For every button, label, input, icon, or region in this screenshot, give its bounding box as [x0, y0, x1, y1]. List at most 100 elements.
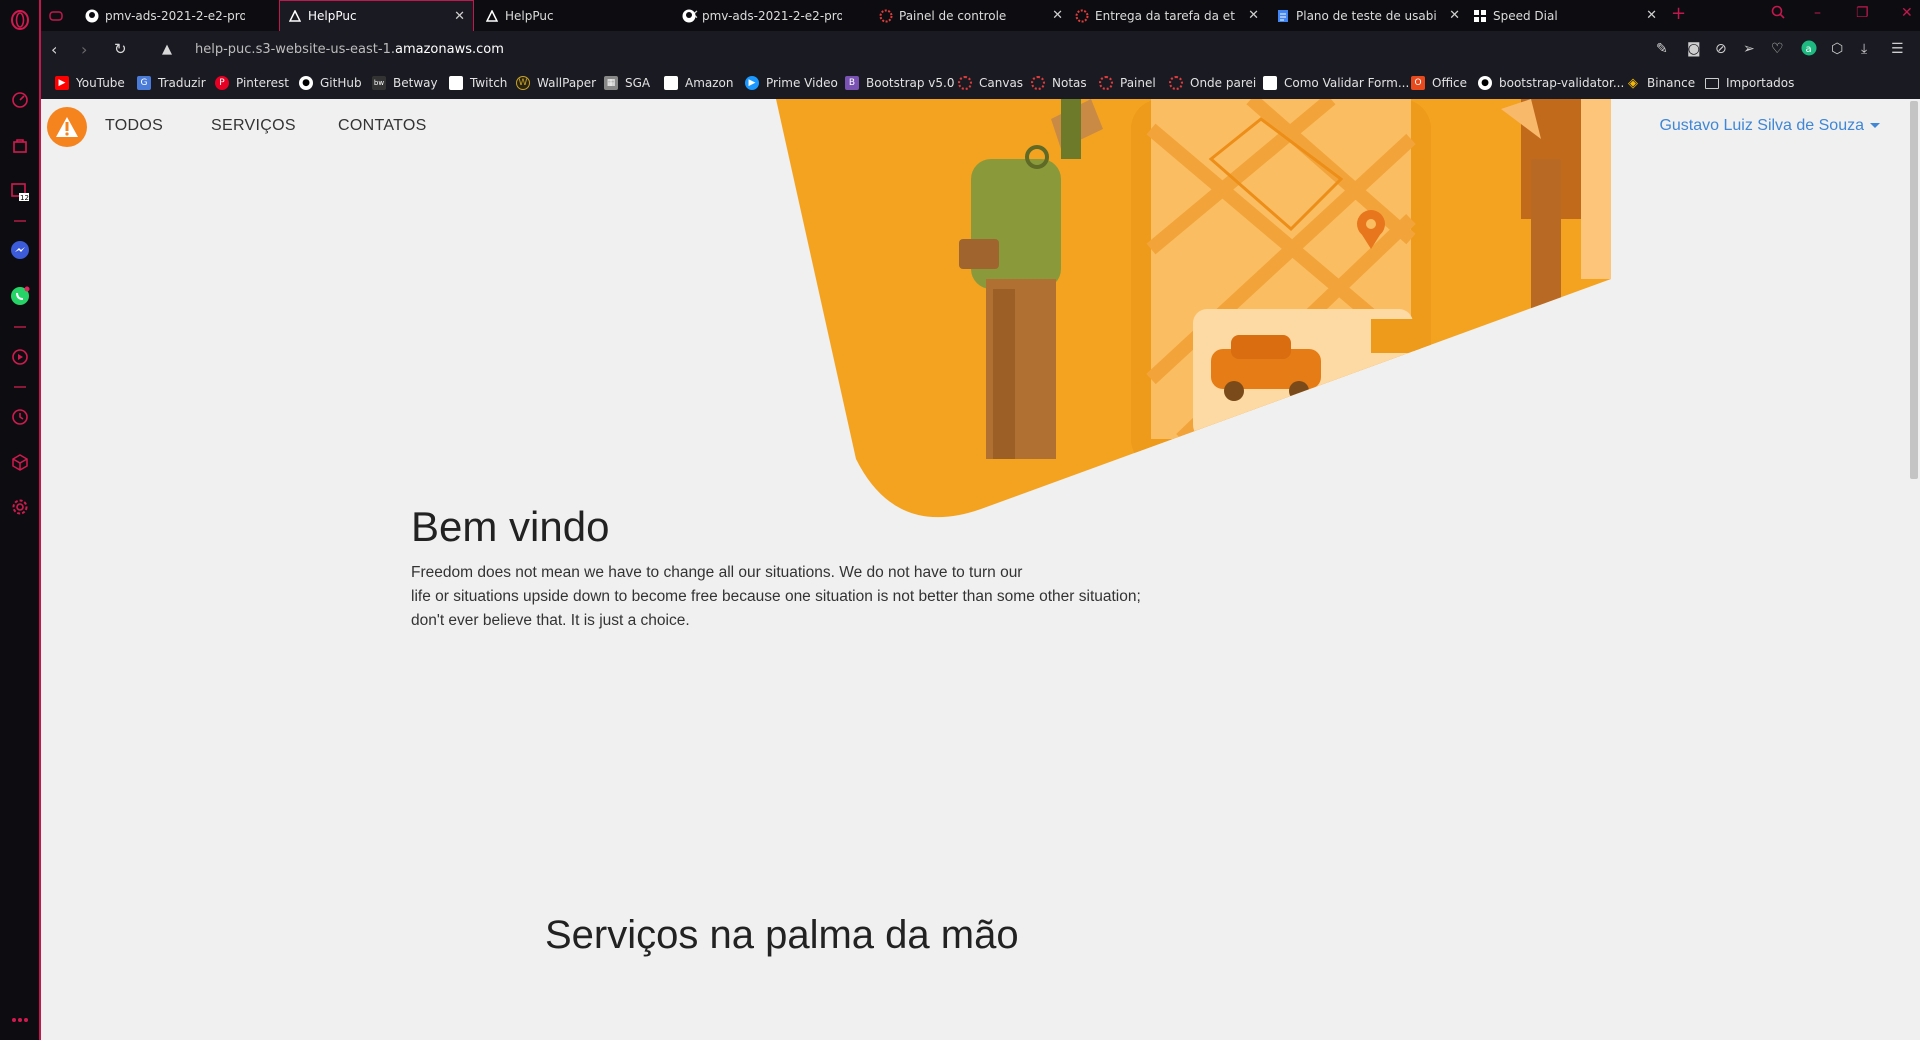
extensions-cube-icon[interactable]	[8, 450, 32, 474]
close-window-icon[interactable]: ✕	[1901, 5, 1913, 21]
workspace-icon[interactable]	[45, 0, 67, 31]
heart-icon[interactable]: ♡	[1771, 41, 1784, 57]
warning-icon[interactable]: ▲	[162, 42, 172, 57]
page-icon	[449, 76, 463, 90]
twitch-icon[interactable]: 12	[8, 180, 32, 204]
page-icon	[1263, 76, 1277, 90]
canvas-icon	[958, 76, 972, 90]
welcome-paragraph: Freedom does not mean we have to change …	[411, 561, 1271, 633]
download-icon[interactable]: ⤓	[1861, 41, 1867, 57]
canvas-icon	[1169, 76, 1183, 90]
bookmark-traduzir[interactable]: G Traduzir	[137, 76, 206, 90]
bookmark-github[interactable]: ● GitHub	[299, 76, 362, 90]
tab-label: Entrega da tarefa da etapa	[1095, 8, 1235, 23]
close-tab-icon[interactable]: ✕	[1646, 8, 1657, 23]
tab-label: HelpPuc	[505, 8, 554, 23]
restore-icon[interactable]: ❐	[1856, 5, 1869, 21]
close-tab-icon[interactable]: ✕	[1248, 8, 1259, 23]
bookmark-label: Como Validar Form...	[1284, 76, 1410, 90]
player-icon[interactable]	[8, 345, 32, 369]
tab-entrega-tarefa[interactable]: Entrega da tarefa da etapa ✕	[1067, 0, 1267, 31]
folder-icon	[1705, 77, 1719, 89]
github-icon	[682, 9, 696, 23]
page-scrollbar[interactable]	[1908, 99, 1920, 1040]
tab-painel-controle[interactable]: Painel de controle ✕	[871, 0, 1071, 31]
messenger-icon[interactable]	[8, 238, 32, 262]
bookmark-notas[interactable]: Notas	[1031, 76, 1087, 90]
bookmark-twitch[interactable]: Twitch	[449, 76, 507, 90]
bookmark-label: Onde parei	[1190, 76, 1257, 90]
close-tab-icon[interactable]: ✕	[1449, 8, 1460, 23]
nav-servicos[interactable]: SERVIÇOS	[211, 117, 296, 135]
address-bar: ‹ › ↻ ▲ help-puc.s3-website-us-east-1.am…	[41, 31, 1920, 69]
new-tab-icon[interactable]: +	[1671, 3, 1686, 24]
bookmark-binance[interactable]: ◈ Binance	[1626, 76, 1695, 91]
helppuc-icon	[485, 9, 499, 23]
forward-icon[interactable]: ›	[81, 40, 87, 59]
close-tab-icon[interactable]: ✕	[454, 9, 465, 24]
tab-speed-dial[interactable]: Speed Dial ✕	[1465, 0, 1665, 31]
bookmark-painel[interactable]: Painel	[1099, 76, 1156, 90]
bookmark-label: Office	[1432, 76, 1468, 90]
bookmark-prime-video[interactable]: ▶ Prime Video	[745, 76, 838, 90]
opera-logo-icon[interactable]	[8, 8, 32, 32]
scrollbar-thumb[interactable]	[1910, 101, 1918, 479]
bookmark-label: Pinterest	[236, 76, 290, 90]
bookmark-betway[interactable]: bw Betway	[372, 76, 438, 90]
send-icon[interactable]: ➢	[1743, 41, 1755, 57]
search-tabs-icon[interactable]	[1771, 5, 1785, 23]
shopping-bag-icon[interactable]	[8, 133, 32, 157]
tab-github-1[interactable]: pmv-ads-2021-2-e2-proj-i ✕	[77, 0, 313, 31]
cube-icon[interactable]: ⬡	[1831, 41, 1843, 57]
bookmark-importados[interactable]: Importados	[1705, 76, 1794, 90]
bookmark-bootstrap[interactable]: B Bootstrap v5.0	[845, 76, 954, 90]
reload-icon[interactable]: ↻	[114, 40, 127, 58]
close-tab-icon[interactable]: ✕	[1052, 8, 1063, 23]
history-icon[interactable]	[8, 405, 32, 429]
tab-github-2[interactable]: pmv-ads-2021-2-e2-proj-i	[674, 0, 871, 31]
bookmark-onde-parei[interactable]: Onde parei	[1169, 76, 1256, 90]
pinterest-icon: P	[215, 76, 229, 90]
canvas-icon	[1075, 9, 1089, 23]
settings-gear-icon[interactable]	[8, 495, 32, 519]
bookmark-canvas[interactable]: Canvas	[958, 76, 1023, 90]
bookmark-pinterest[interactable]: P Pinterest	[215, 76, 289, 90]
bookmark-office[interactable]: O Office	[1411, 76, 1467, 90]
tab-label: Painel de controle	[899, 8, 1007, 23]
easy-setup-icon[interactable]: ☰	[1891, 41, 1904, 57]
speed-dial-icon[interactable]	[8, 88, 32, 112]
bookmark-sga[interactable]: ▦ SGA	[604, 76, 650, 90]
minimize-icon[interactable]: –	[1814, 5, 1821, 21]
bookmark-label: SGA	[625, 76, 651, 90]
tab-bar: pmv-ads-2021-2-e2-proj-i ✕ HelpPuc ✕ Hel…	[41, 0, 1920, 31]
wallpaper-icon: W	[516, 76, 530, 90]
whatsapp-icon[interactable]	[8, 284, 32, 308]
adblock-icon[interactable]: ⊘	[1715, 41, 1727, 57]
url-domain: amazonaws.com	[394, 42, 504, 57]
prime-video-icon: ▶	[745, 76, 759, 90]
tab-helppuc-active[interactable]: HelpPuc ✕	[279, 0, 474, 31]
bookmark-wallpaper[interactable]: W WallPaper	[516, 76, 596, 90]
edit-icon[interactable]: ✎	[1656, 41, 1668, 57]
user-menu-dropdown[interactable]: Gustavo Luiz Silva de Souza	[1659, 117, 1880, 135]
helppuc-logo-icon[interactable]	[47, 107, 87, 147]
bookmark-amazon[interactable]: Amazon	[664, 76, 734, 90]
nav-todos[interactable]: TODOS	[105, 117, 163, 135]
bookmark-como-validar[interactable]: Como Validar Form...	[1263, 76, 1409, 90]
bookmark-bootstrap-validator[interactable]: ● bootstrap-validator...	[1478, 76, 1624, 90]
camera-icon[interactable]: ◙	[1687, 41, 1701, 57]
back-icon[interactable]: ‹	[51, 40, 57, 59]
url-field[interactable]: help-puc.s3-website-us-east-1.amazonaws.…	[195, 42, 504, 57]
helppuc-icon	[288, 9, 302, 23]
canvas-icon	[1099, 76, 1113, 90]
tab-plano-teste[interactable]: Plano de teste de usabilida ✕	[1268, 0, 1468, 31]
more-options-icon[interactable]	[8, 1008, 32, 1032]
github-icon	[85, 9, 99, 23]
bookmark-label: Traduzir	[158, 76, 206, 90]
extension-a-icon[interactable]: a	[1801, 40, 1817, 60]
bookmark-youtube[interactable]: ▶ YouTube	[55, 76, 125, 90]
nav-contatos[interactable]: CONTATOS	[338, 117, 427, 135]
bookmark-label: GitHub	[320, 76, 362, 90]
tab-helppuc[interactable]: HelpPuc ✕	[477, 0, 707, 31]
bookmark-label: Amazon	[685, 76, 734, 90]
